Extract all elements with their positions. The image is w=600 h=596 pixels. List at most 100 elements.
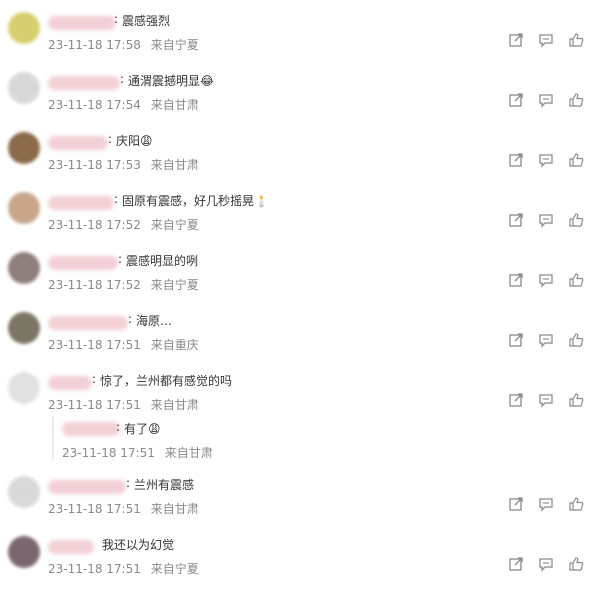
username[interactable]: [48, 480, 126, 494]
like-icon[interactable]: [568, 556, 584, 572]
like-icon[interactable]: [568, 392, 584, 408]
comment-meta: 23-11-18 17:51 来自甘肃: [48, 396, 199, 413]
reply-meta: 23-11-18 17:51 来自甘肃: [62, 444, 213, 461]
comment-item: : 固原有震感，好几秒摇晃🕯️ 23-11-18 17:52 来自宁夏: [0, 192, 600, 252]
comment-location: 来自甘肃: [150, 158, 199, 172]
username[interactable]: [48, 376, 92, 390]
comment-actions: [508, 272, 584, 288]
like-icon[interactable]: [568, 152, 584, 168]
colon: :: [120, 72, 125, 86]
share-icon[interactable]: [508, 152, 524, 168]
comment-actions: [508, 496, 584, 512]
comment-time: 23-11-18 17:53: [48, 158, 141, 172]
avatar[interactable]: [8, 372, 40, 404]
comment-time: 23-11-18 17:54: [48, 98, 141, 112]
comment-text: 固原有震感，好几秒摇晃🕯️: [122, 194, 269, 208]
comment-icon[interactable]: [538, 392, 554, 408]
comment-item: : 震感强烈 23-11-18 17:58 来自宁夏: [0, 12, 600, 72]
comment-location: 来自宁夏: [150, 38, 199, 52]
username[interactable]: [48, 136, 108, 150]
comment-icon[interactable]: [538, 152, 554, 168]
comment-icon[interactable]: [538, 556, 554, 572]
share-icon[interactable]: [508, 332, 524, 348]
comment-meta: 23-11-18 17:58 来自宁夏: [48, 36, 199, 53]
like-icon[interactable]: [568, 212, 584, 228]
avatar[interactable]: [8, 12, 40, 44]
reply-time: 23-11-18 17:51: [62, 446, 155, 460]
like-icon[interactable]: [568, 332, 584, 348]
username[interactable]: [48, 76, 120, 90]
comment-icon[interactable]: [538, 32, 554, 48]
share-icon[interactable]: [508, 212, 524, 228]
comment-time: 23-11-18 17:52: [48, 278, 141, 292]
comment-meta: 23-11-18 17:53 来自甘肃: [48, 156, 199, 173]
like-icon[interactable]: [568, 272, 584, 288]
share-icon[interactable]: [508, 556, 524, 572]
share-icon[interactable]: [508, 32, 524, 48]
reply-item: : 有了😩 23-11-18 17:51 来自甘肃: [52, 416, 554, 460]
comment-item: : 海原… 23-11-18 17:51 来自重庆: [0, 312, 600, 372]
username[interactable]: [48, 16, 116, 30]
colon: :: [118, 252, 123, 266]
comment-actions: [508, 392, 584, 408]
comment-actions: [508, 32, 584, 48]
avatar[interactable]: [8, 536, 40, 568]
comment-item: : 兰州有震感 23-11-18 17:51 来自甘肃: [0, 476, 600, 536]
avatar[interactable]: [8, 252, 40, 284]
comment-meta: 23-11-18 17:51 来自宁夏: [48, 560, 199, 577]
comment-location: 来自甘肃: [150, 502, 199, 516]
username[interactable]: [48, 540, 94, 554]
colon: :: [114, 12, 119, 26]
comment-item: : 庆阳😩 23-11-18 17:53 来自甘肃: [0, 132, 600, 192]
reply-location: 来自甘肃: [164, 446, 213, 460]
username[interactable]: [48, 196, 114, 210]
comment-meta: 23-11-18 17:51 来自重庆: [48, 336, 199, 353]
comment-location: 来自甘肃: [150, 98, 199, 112]
colon: :: [108, 132, 113, 146]
comment-time: 23-11-18 17:51: [48, 502, 141, 516]
comment-actions: [508, 92, 584, 108]
colon: :: [116, 420, 121, 434]
username[interactable]: [48, 256, 118, 270]
reply-username[interactable]: [62, 422, 120, 436]
colon: :: [92, 372, 97, 386]
comment-meta: 23-11-18 17:52 来自宁夏: [48, 216, 199, 233]
comment-location: 来自宁夏: [150, 218, 199, 232]
comment-meta: 23-11-18 17:52 来自宁夏: [48, 276, 199, 293]
comment-time: 23-11-18 17:51: [48, 398, 141, 412]
username[interactable]: [48, 316, 128, 330]
colon: :: [128, 312, 133, 326]
comment-item: 我还以为幻觉 23-11-18 17:51 来自宁夏: [0, 536, 600, 596]
like-icon[interactable]: [568, 92, 584, 108]
comment-icon[interactable]: [538, 496, 554, 512]
comment-text: 兰州有震感: [134, 478, 195, 492]
comment-text: 庆阳😩: [116, 134, 153, 148]
like-icon[interactable]: [568, 32, 584, 48]
like-icon[interactable]: [568, 496, 584, 512]
comment-item: : 通渭震撼明显😂 23-11-18 17:54 来自甘肃: [0, 72, 600, 132]
avatar[interactable]: [8, 312, 40, 344]
share-icon[interactable]: [508, 392, 524, 408]
comment-actions: [508, 212, 584, 228]
comment-location: 来自甘肃: [150, 398, 199, 412]
comment-item: : 震感明显的咧 23-11-18 17:52 来自宁夏: [0, 252, 600, 312]
colon: :: [114, 192, 119, 206]
colon: :: [126, 476, 131, 490]
avatar[interactable]: [8, 132, 40, 164]
avatar[interactable]: [8, 476, 40, 508]
avatar[interactable]: [8, 192, 40, 224]
share-icon[interactable]: [508, 272, 524, 288]
comment-text: 惊了，兰州都有感觉的吗: [100, 374, 233, 388]
share-icon[interactable]: [508, 496, 524, 512]
comment-actions: [508, 556, 584, 572]
comment-location: 来自重庆: [150, 338, 199, 352]
avatar[interactable]: [8, 72, 40, 104]
comment-meta: 23-11-18 17:54 来自甘肃: [48, 96, 199, 113]
comment-icon[interactable]: [538, 332, 554, 348]
comment-location: 来自宁夏: [150, 278, 199, 292]
share-icon[interactable]: [508, 92, 524, 108]
comment-icon[interactable]: [538, 92, 554, 108]
comment-time: 23-11-18 17:58: [48, 38, 141, 52]
comment-icon[interactable]: [538, 212, 554, 228]
comment-icon[interactable]: [538, 272, 554, 288]
